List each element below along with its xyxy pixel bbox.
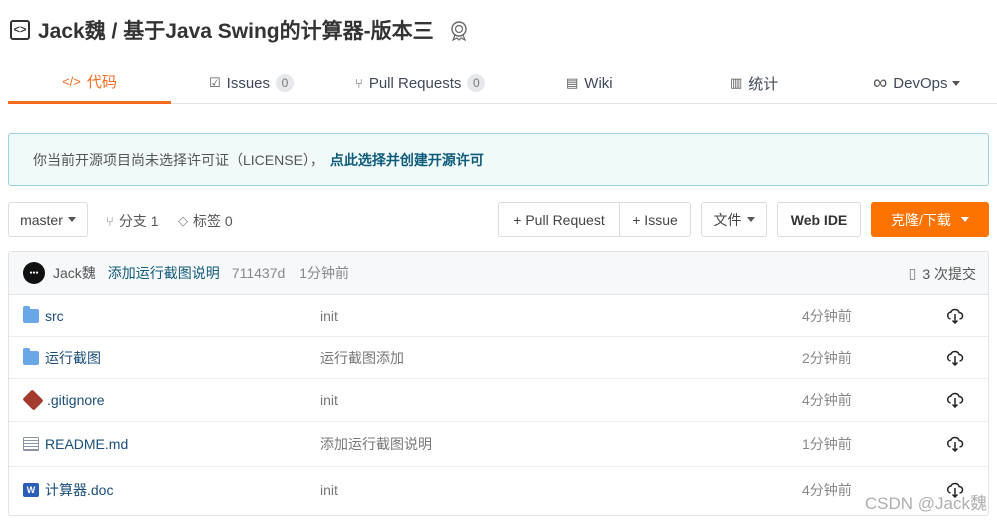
word-document-icon: W: [23, 483, 39, 497]
commit-author[interactable]: Jack魏: [53, 263, 96, 283]
file-time: 4分钟前: [802, 392, 852, 408]
file-row[interactable]: W 计算器.doc init 4分钟前: [9, 467, 988, 513]
branches-label: 分支 1: [118, 213, 159, 229]
pull-request-icon: ⑂: [355, 75, 363, 91]
folder-icon: [23, 347, 39, 365]
file-commit-message[interactable]: init: [320, 467, 338, 513]
tab-label: Issues: [226, 74, 271, 92]
chevron-down-icon: [67, 217, 76, 222]
file-time: 4分钟前: [802, 482, 852, 498]
file-name: src: [45, 307, 64, 324]
files-dropdown[interactable]: 文件: [701, 202, 767, 237]
latest-commit-bar: ●●● Jack魏 添加运行截图说明 711437d 1分钟前 ▯ 3 次提交: [9, 252, 988, 295]
file-time: 4分钟前: [802, 307, 852, 324]
commit-hash[interactable]: 711437d: [232, 265, 285, 281]
file-name: README.md: [45, 436, 129, 452]
clone-label: 克隆/下载: [891, 211, 951, 228]
file-list: ●●● Jack魏 添加运行截图说明 711437d 1分钟前 ▯ 3 次提交 …: [8, 251, 989, 516]
web-ide-label: Web IDE: [790, 211, 848, 228]
tab-label: 代码: [86, 74, 117, 91]
issue-label: + Issue: [632, 211, 678, 228]
file-time: 1分钟前: [802, 436, 852, 452]
tags-label: 标签 0: [193, 213, 233, 229]
git-file-icon: [22, 389, 44, 411]
file-name-link[interactable]: src: [23, 295, 64, 336]
avatar[interactable]: ●●●: [23, 262, 45, 284]
commit-count-link[interactable]: ▯ 3 次提交: [909, 252, 976, 295]
file-name: .gitignore: [47, 392, 105, 408]
file-row[interactable]: 运行截图 运行截图添加 2分钟前: [9, 337, 988, 379]
tab-label: DevOps: [893, 74, 948, 92]
branch-label: master: [20, 211, 63, 228]
commits-icon: ▯: [908, 265, 917, 281]
commit-time: 1分钟前: [299, 265, 350, 281]
pull-request-label: + Pull Request: [513, 211, 605, 228]
download-cloud-icon[interactable]: [946, 422, 964, 466]
tab-pull-requests[interactable]: ⑂ Pull Requests 0: [355, 62, 486, 104]
chevron-down-icon: [960, 217, 969, 222]
branches-link[interactable]: ⑂ 分支 1: [106, 210, 159, 232]
file-name: 运行截图: [45, 349, 101, 366]
tags-link[interactable]: ◇ 标签 0: [178, 210, 233, 232]
file-name: 计算器.doc: [45, 482, 114, 498]
issues-icon: ☑: [209, 75, 221, 90]
repo-title[interactable]: Jack魏 / 基于Java Swing的计算器-版本三: [38, 15, 434, 45]
download-cloud-icon[interactable]: [946, 337, 964, 378]
chevron-down-icon: [746, 217, 755, 222]
file-time: 2分钟前: [802, 349, 852, 366]
download-cloud-icon[interactable]: [946, 379, 964, 421]
file-name-link[interactable]: 运行截图: [23, 337, 101, 378]
notice-text: 你当前开源项目尚未选择许可证（LICENSE），: [33, 151, 324, 168]
tab-devops[interactable]: ∞ DevOps: [873, 62, 961, 104]
readme-file-icon: [23, 437, 39, 451]
new-issue-button[interactable]: + Issue: [619, 202, 691, 237]
file-commit-message[interactable]: 添加运行截图说明: [320, 422, 432, 466]
tab-wiki[interactable]: ▤ Wiki: [566, 62, 613, 104]
download-cloud-icon[interactable]: [946, 295, 964, 336]
repo-header: <> Jack魏 / 基于Java Swing的计算器-版本三: [10, 14, 470, 46]
new-pull-request-button[interactable]: + Pull Request: [498, 202, 620, 237]
file-commit-message[interactable]: 运行截图添加: [320, 337, 404, 378]
file-row[interactable]: .gitignore init 4分钟前: [9, 379, 988, 422]
clone-download-button[interactable]: 克隆/下载: [871, 202, 989, 237]
csdn-watermark: CSDN @Jack魏: [864, 494, 987, 513]
tab-stats[interactable]: ▥ 统计: [730, 62, 778, 104]
wiki-icon: ▤: [566, 75, 579, 90]
commit-message[interactable]: 添加运行截图说明: [108, 263, 220, 283]
tab-label: 统计: [748, 75, 779, 93]
create-license-link[interactable]: 点此选择并创建开源许可: [330, 150, 484, 170]
files-label: 文件: [713, 211, 742, 228]
file-row[interactable]: src init 4分钟前: [9, 295, 988, 337]
file-name-link[interactable]: .gitignore: [22, 379, 105, 421]
branch-icon: ⑂: [106, 213, 114, 229]
file-name-link[interactable]: README.md: [23, 422, 128, 466]
code-icon: </>: [62, 74, 81, 89]
license-notice: 你当前开源项目尚未选择许可证（LICENSE）， 点此选择并创建开源许可: [8, 133, 989, 186]
pr-count-badge: 0: [467, 74, 486, 92]
recommend-badge-icon[interactable]: [448, 19, 470, 41]
issues-count-badge: 0: [276, 74, 295, 92]
commit-count: 3 次提交: [922, 265, 976, 282]
infinity-icon: ∞: [873, 71, 888, 94]
chart-icon: ▥: [730, 75, 743, 90]
file-commit-message[interactable]: init: [320, 295, 338, 336]
tab-label: Pull Requests: [368, 74, 462, 92]
folder-icon: [23, 305, 39, 323]
tab-issues[interactable]: ☑ Issues 0: [209, 62, 295, 104]
file-commit-message[interactable]: init: [320, 379, 338, 421]
tag-icon: ◇: [178, 213, 188, 228]
tab-code[interactable]: </> 代码: [8, 62, 171, 104]
branch-select[interactable]: master: [8, 202, 88, 237]
file-row[interactable]: README.md 添加运行截图说明 1分钟前: [9, 422, 988, 467]
repo-tabs: </> 代码 ☑ Issues 0 ⑂ Pull Requests 0 ▤ Wi…: [8, 62, 997, 104]
code-repo-icon: <>: [10, 20, 30, 40]
file-name-link[interactable]: W 计算器.doc: [23, 467, 113, 513]
tab-label: Wiki: [584, 74, 613, 92]
web-ide-button[interactable]: Web IDE: [777, 202, 861, 237]
chevron-down-icon: [952, 80, 961, 86]
